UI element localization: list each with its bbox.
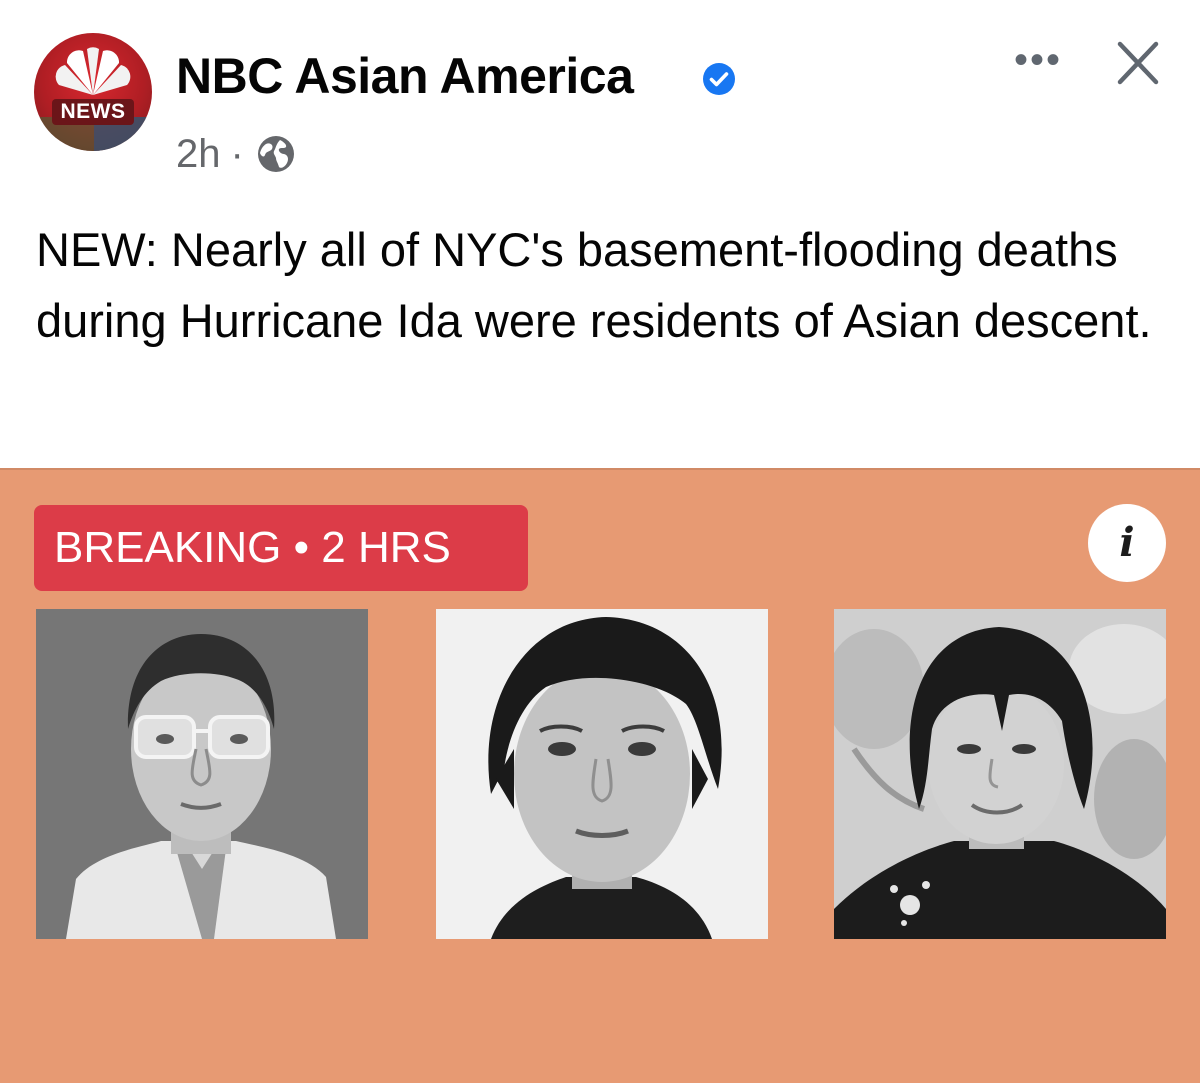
page-avatar[interactable]: NEWS (34, 33, 152, 151)
more-options-icon[interactable]: ••• (1008, 40, 1068, 80)
info-icon[interactable]: i (1088, 504, 1166, 582)
globe-icon[interactable] (254, 132, 298, 176)
portrait-photo-man (36, 609, 368, 939)
post-meta: 2h · (176, 126, 298, 182)
peacock-logo-icon (34, 47, 152, 151)
page-name-link[interactable]: NBC Asian America (176, 46, 634, 106)
meta-separator: · (230, 132, 244, 176)
verified-check-icon (703, 63, 735, 95)
post-body-text: NEW: Nearly all of NYC's basement-floodi… (36, 223, 1152, 347)
news-badge: NEWS (52, 99, 134, 125)
breaking-news-card[interactable]: BREAKING • 2 HRS i (0, 468, 1200, 1083)
post-header: NEWS NBC Asian America 2h · ••• (0, 0, 1200, 200)
breaking-label: BREAKING • 2 HRS (34, 505, 528, 591)
portrait-photo-girl (834, 609, 1166, 939)
portrait-photo-woman (436, 609, 768, 939)
close-icon[interactable] (1108, 36, 1168, 92)
post-timestamp[interactable]: 2h (176, 126, 221, 182)
